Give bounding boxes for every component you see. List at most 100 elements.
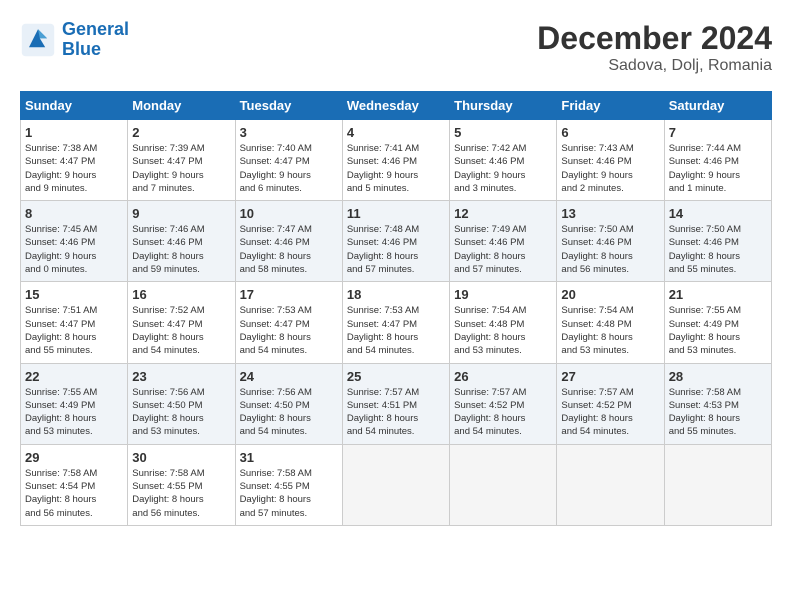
day-info: Sunrise: 7:57 AM Sunset: 4:52 PM Dayligh… bbox=[561, 386, 659, 439]
day-info: Sunrise: 7:56 AM Sunset: 4:50 PM Dayligh… bbox=[132, 386, 230, 439]
calendar-cell: 9 Sunrise: 7:46 AM Sunset: 4:46 PM Daylig… bbox=[128, 201, 235, 282]
calendar-cell: 5 Sunrise: 7:42 AM Sunset: 4:46 PM Daylig… bbox=[450, 120, 557, 201]
day-number: 29 bbox=[25, 450, 123, 465]
day-info: Sunrise: 7:56 AM Sunset: 4:50 PM Dayligh… bbox=[240, 386, 338, 439]
day-number: 12 bbox=[454, 206, 552, 221]
weekday-header-tuesday: Tuesday bbox=[235, 92, 342, 120]
calendar-week-row: 22Sunrise: 7:55 AM Sunset: 4:49 PM Dayli… bbox=[21, 363, 772, 444]
calendar-cell: 3Sunrise: 7:40 AM Sunset: 4:47 PM Daylig… bbox=[235, 120, 342, 201]
calendar-cell: 31 Sunrise: 7:58 AM Sunset: 4:55 PM Dayli… bbox=[235, 444, 342, 525]
day-info: Sunrise: 7:43 AM Sunset: 4:46 PM Dayligh… bbox=[561, 142, 659, 195]
calendar-cell: 7 Sunrise: 7:44 AM Sunset: 4:46 PM Daylig… bbox=[664, 120, 771, 201]
day-info: Sunrise: 7:42 AM Sunset: 4:46 PM Dayligh… bbox=[454, 142, 552, 195]
calendar-table: SundayMondayTuesdayWednesdayThursdayFrid… bbox=[20, 91, 772, 526]
day-info: Sunrise: 7:52 AM Sunset: 4:47 PM Dayligh… bbox=[132, 304, 230, 357]
weekday-header-thursday: Thursday bbox=[450, 92, 557, 120]
day-number: 1 bbox=[25, 125, 123, 140]
day-number: 31 bbox=[240, 450, 338, 465]
day-number: 3 bbox=[240, 125, 338, 140]
calendar-week-row: 1 Sunrise: 7:38 AM Sunset: 4:47 PM Daylig… bbox=[21, 120, 772, 201]
day-number: 21 bbox=[669, 287, 767, 302]
day-info: Sunrise: 7:54 AM Sunset: 4:48 PM Dayligh… bbox=[454, 304, 552, 357]
weekday-header-wednesday: Wednesday bbox=[342, 92, 449, 120]
day-info: Sunrise: 7:48 AM Sunset: 4:46 PM Dayligh… bbox=[347, 223, 445, 276]
day-number: 7 bbox=[669, 125, 767, 140]
calendar-cell: 19 Sunrise: 7:54 AM Sunset: 4:48 PM Dayli… bbox=[450, 282, 557, 363]
day-info: Sunrise: 7:46 AM Sunset: 4:46 PM Dayligh… bbox=[132, 223, 230, 276]
day-number: 19 bbox=[454, 287, 552, 302]
day-number: 5 bbox=[454, 125, 552, 140]
calendar-cell bbox=[342, 444, 449, 525]
weekday-header-monday: Monday bbox=[128, 92, 235, 120]
calendar-cell: 12 Sunrise: 7:49 AM Sunset: 4:46 PM Dayli… bbox=[450, 201, 557, 282]
calendar-cell: 10Sunrise: 7:47 AM Sunset: 4:46 PM Dayli… bbox=[235, 201, 342, 282]
day-info: Sunrise: 7:58 AM Sunset: 4:54 PM Dayligh… bbox=[25, 467, 123, 520]
day-info: Sunrise: 7:50 AM Sunset: 4:46 PM Dayligh… bbox=[561, 223, 659, 276]
weekday-header-saturday: Saturday bbox=[664, 92, 771, 120]
day-info: Sunrise: 7:55 AM Sunset: 4:49 PM Dayligh… bbox=[25, 386, 123, 439]
logo: General Blue bbox=[20, 20, 129, 60]
day-number: 24 bbox=[240, 369, 338, 384]
day-number: 18 bbox=[347, 287, 445, 302]
day-info: Sunrise: 7:54 AM Sunset: 4:48 PM Dayligh… bbox=[561, 304, 659, 357]
day-info: Sunrise: 7:58 AM Sunset: 4:53 PM Dayligh… bbox=[669, 386, 767, 439]
day-number: 25 bbox=[347, 369, 445, 384]
calendar-week-row: 8Sunrise: 7:45 AM Sunset: 4:46 PM Daylig… bbox=[21, 201, 772, 282]
logo-line2: Blue bbox=[62, 39, 101, 59]
day-number: 13 bbox=[561, 206, 659, 221]
day-number: 16 bbox=[132, 287, 230, 302]
calendar-cell: 29 Sunrise: 7:58 AM Sunset: 4:54 PM Dayli… bbox=[21, 444, 128, 525]
calendar-cell: 1 Sunrise: 7:38 AM Sunset: 4:47 PM Daylig… bbox=[21, 120, 128, 201]
day-number: 20 bbox=[561, 287, 659, 302]
day-number: 2 bbox=[132, 125, 230, 140]
day-info: Sunrise: 7:38 AM Sunset: 4:47 PM Dayligh… bbox=[25, 142, 123, 195]
day-number: 23 bbox=[132, 369, 230, 384]
day-info: Sunrise: 7:57 AM Sunset: 4:52 PM Dayligh… bbox=[454, 386, 552, 439]
weekday-header-friday: Friday bbox=[557, 92, 664, 120]
calendar-cell: 6 Sunrise: 7:43 AM Sunset: 4:46 PM Daylig… bbox=[557, 120, 664, 201]
day-number: 11 bbox=[347, 206, 445, 221]
calendar-cell: 22Sunrise: 7:55 AM Sunset: 4:49 PM Dayli… bbox=[21, 363, 128, 444]
day-info: Sunrise: 7:45 AM Sunset: 4:46 PM Dayligh… bbox=[25, 223, 123, 276]
day-number: 27 bbox=[561, 369, 659, 384]
day-number: 30 bbox=[132, 450, 230, 465]
day-info: Sunrise: 7:41 AM Sunset: 4:46 PM Dayligh… bbox=[347, 142, 445, 195]
calendar-cell: 23 Sunrise: 7:56 AM Sunset: 4:50 PM Dayli… bbox=[128, 363, 235, 444]
calendar-cell bbox=[450, 444, 557, 525]
day-info: Sunrise: 7:50 AM Sunset: 4:46 PM Dayligh… bbox=[669, 223, 767, 276]
logo-text: General Blue bbox=[62, 20, 129, 60]
day-number: 9 bbox=[132, 206, 230, 221]
day-info: Sunrise: 7:58 AM Sunset: 4:55 PM Dayligh… bbox=[132, 467, 230, 520]
day-number: 28 bbox=[669, 369, 767, 384]
calendar-cell: 21 Sunrise: 7:55 AM Sunset: 4:49 PM Dayli… bbox=[664, 282, 771, 363]
day-info: Sunrise: 7:47 AM Sunset: 4:46 PM Dayligh… bbox=[240, 223, 338, 276]
calendar-cell: 24 Sunrise: 7:56 AM Sunset: 4:50 PM Dayli… bbox=[235, 363, 342, 444]
day-info: Sunrise: 7:44 AM Sunset: 4:46 PM Dayligh… bbox=[669, 142, 767, 195]
day-info: Sunrise: 7:55 AM Sunset: 4:49 PM Dayligh… bbox=[669, 304, 767, 357]
location: Sadova, Dolj, Romania bbox=[537, 57, 772, 75]
day-info: Sunrise: 7:49 AM Sunset: 4:46 PM Dayligh… bbox=[454, 223, 552, 276]
calendar-cell: 11 Sunrise: 7:48 AM Sunset: 4:46 PM Dayli… bbox=[342, 201, 449, 282]
calendar-cell: 13 Sunrise: 7:50 AM Sunset: 4:46 PM Dayli… bbox=[557, 201, 664, 282]
day-info: Sunrise: 7:57 AM Sunset: 4:51 PM Dayligh… bbox=[347, 386, 445, 439]
calendar-week-row: 29 Sunrise: 7:58 AM Sunset: 4:54 PM Dayli… bbox=[21, 444, 772, 525]
day-info: Sunrise: 7:53 AM Sunset: 4:47 PM Dayligh… bbox=[240, 304, 338, 357]
page-header: General Blue December 2024 Sadova, Dolj,… bbox=[20, 20, 772, 75]
day-number: 6 bbox=[561, 125, 659, 140]
day-number: 4 bbox=[347, 125, 445, 140]
logo-line1: General bbox=[62, 19, 129, 39]
day-number: 14 bbox=[669, 206, 767, 221]
weekday-header-row: SundayMondayTuesdayWednesdayThursdayFrid… bbox=[21, 92, 772, 120]
calendar-cell: 15Sunrise: 7:51 AM Sunset: 4:47 PM Dayli… bbox=[21, 282, 128, 363]
day-number: 17 bbox=[240, 287, 338, 302]
calendar-cell: 14 Sunrise: 7:50 AM Sunset: 4:46 PM Dayli… bbox=[664, 201, 771, 282]
calendar-cell: 28 Sunrise: 7:58 AM Sunset: 4:53 PM Dayli… bbox=[664, 363, 771, 444]
weekday-header-sunday: Sunday bbox=[21, 92, 128, 120]
calendar-cell: 20 Sunrise: 7:54 AM Sunset: 4:48 PM Dayli… bbox=[557, 282, 664, 363]
day-info: Sunrise: 7:58 AM Sunset: 4:55 PM Dayligh… bbox=[240, 467, 338, 520]
calendar-cell: 27 Sunrise: 7:57 AM Sunset: 4:52 PM Dayli… bbox=[557, 363, 664, 444]
month-title: December 2024 bbox=[537, 20, 772, 57]
calendar-cell: 30 Sunrise: 7:58 AM Sunset: 4:55 PM Dayli… bbox=[128, 444, 235, 525]
day-info: Sunrise: 7:53 AM Sunset: 4:47 PM Dayligh… bbox=[347, 304, 445, 357]
day-number: 15 bbox=[25, 287, 123, 302]
